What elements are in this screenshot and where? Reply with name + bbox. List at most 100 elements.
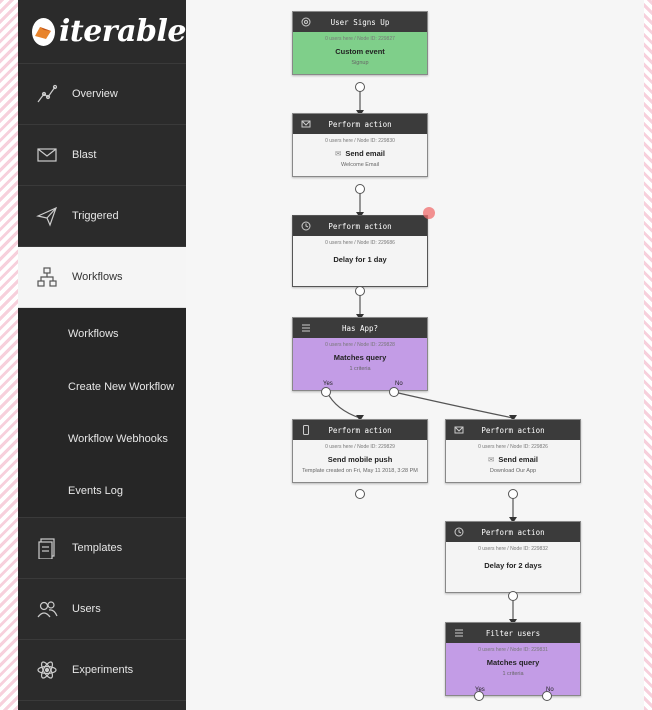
sidebar-item-workflows[interactable]: Workflows xyxy=(18,247,186,308)
envelope-icon xyxy=(454,425,464,435)
node-main: Delay for 1 day xyxy=(333,255,387,264)
sidebar-item-label: Users xyxy=(72,603,101,615)
edge-has-app-no-to-send-download xyxy=(393,391,514,419)
page-background-stripes xyxy=(0,0,20,710)
node-body: 0 users here / Node ID: 229827 Custom ev… xyxy=(293,32,427,74)
sidebar: iterable Overview Blast Triggered Workfl… xyxy=(18,0,187,710)
document-icon xyxy=(36,537,58,559)
node-output-port[interactable] xyxy=(355,286,365,296)
node-title: Perform action xyxy=(328,119,392,129)
node-title: Perform action xyxy=(481,527,545,537)
workflow-node-delay-1-day[interactable]: Perform action 0 users here / Node ID: 2… xyxy=(292,215,428,287)
clock-icon xyxy=(301,221,311,231)
branch-yes-port[interactable] xyxy=(321,387,331,397)
sidebar-item-overview[interactable]: Overview xyxy=(18,64,186,125)
email-icon: ✉ xyxy=(488,455,495,464)
email-icon: ✉ xyxy=(335,149,342,158)
node-body: 0 users here / Node ID: 229828 Matches q… xyxy=(293,338,427,390)
filter-list-icon xyxy=(301,323,311,333)
paper-plane-icon xyxy=(36,205,58,227)
envelope-icon xyxy=(36,144,58,166)
node-body: 0 users here / Node ID: 229829 Send mobi… xyxy=(293,440,427,482)
clock-icon xyxy=(454,527,464,537)
node-title: Perform action xyxy=(328,425,392,435)
node-title: Perform action xyxy=(328,221,392,231)
sidebar-item-templates[interactable]: Templates xyxy=(18,518,186,579)
sidebar-subitem-workflows[interactable]: Workflows xyxy=(18,308,186,361)
sidebar-item-triggered[interactable]: Triggered xyxy=(18,186,186,247)
node-meta: 0 users here / Node ID: 229827 xyxy=(325,36,395,42)
sidebar-item-users[interactable]: Users xyxy=(18,579,186,640)
branch-no-label: No xyxy=(395,380,403,387)
node-title: Perform action xyxy=(481,425,545,435)
node-header: Perform action xyxy=(293,114,427,134)
branch-no-port[interactable] xyxy=(542,691,552,701)
node-sub: Welcome Email xyxy=(340,162,380,168)
node-header: Has App? xyxy=(293,318,427,338)
users-icon xyxy=(36,598,58,620)
mouse-cursor-indicator xyxy=(423,207,435,219)
branch-no-port[interactable] xyxy=(389,387,399,397)
node-output-port[interactable] xyxy=(508,489,518,499)
node-sub: Download Our App xyxy=(489,468,537,474)
workflow-node-send-welcome-email[interactable]: Perform action 0 users here / Node ID: 2… xyxy=(292,113,428,177)
mobile-phone-icon xyxy=(301,425,311,435)
node-meta: 0 users here / Node ID: 229686 xyxy=(325,240,395,246)
sidebar-subitem-label: Events Log xyxy=(68,485,124,498)
node-sub: Signup xyxy=(351,60,369,66)
sidebar-subitem-label: Workflows xyxy=(68,328,119,341)
node-main: ✉ Send email xyxy=(299,149,421,158)
node-main: Custom event xyxy=(335,47,385,56)
node-output-port[interactable] xyxy=(355,82,365,92)
sidebar-item-experiments[interactable]: Experiments xyxy=(18,640,186,701)
brand-logo[interactable]: iterable xyxy=(18,0,187,64)
node-meta: 0 users here / Node ID: 229832 xyxy=(478,546,548,552)
node-header: User Signs Up xyxy=(293,12,427,32)
workflow-node-send-mobile-push[interactable]: Perform action 0 users here / Node ID: 2… xyxy=(292,419,428,483)
node-meta: 0 users here / Node ID: 229830 xyxy=(325,138,395,144)
node-header: Perform action xyxy=(293,420,427,440)
sidebar-item-label: Blast xyxy=(72,149,97,161)
atom-icon xyxy=(36,659,58,681)
node-main-label: Send email xyxy=(345,149,385,158)
sidebar-item-label: Experiments xyxy=(72,664,134,676)
sidebar-item-label: Workflows xyxy=(72,271,123,283)
node-body: 0 users here / Node ID: 229832 Delay for… xyxy=(446,542,580,592)
node-main: Matches query xyxy=(333,353,387,362)
node-output-port[interactable] xyxy=(355,489,365,499)
node-meta: 0 users here / Node ID: 229831 xyxy=(478,647,548,653)
node-main: ✉ Send email xyxy=(452,455,574,464)
hierarchy-icon xyxy=(36,266,58,288)
envelope-icon xyxy=(301,119,311,129)
workflow-node-delay-2-days[interactable]: Perform action 0 users here / Node ID: 2… xyxy=(445,521,581,593)
sidebar-subitem-events-log[interactable]: Events Log xyxy=(18,465,186,518)
sidebar-item-blast[interactable]: Blast xyxy=(18,125,186,186)
workflow-node-send-download-email[interactable]: Perform action 0 users here / Node ID: 2… xyxy=(445,419,581,483)
node-title: Filter users xyxy=(485,628,541,638)
node-sub: 1 criteria xyxy=(349,366,371,372)
branch-yes-port[interactable] xyxy=(474,691,484,701)
sidebar-subitem-create-new-workflow[interactable]: Create New Workflow xyxy=(18,360,186,413)
workflow-node-filter-users[interactable]: Filter users 0 users here / Node ID: 229… xyxy=(445,622,581,696)
sidebar-subitem-workflow-webhooks[interactable]: Workflow Webhooks xyxy=(18,413,186,466)
node-header: Perform action xyxy=(446,522,580,542)
node-body: 0 users here / Node ID: 229831 Matches q… xyxy=(446,643,580,695)
node-header: Perform action xyxy=(293,216,427,236)
node-output-port[interactable] xyxy=(508,591,518,601)
brand-name: iterable xyxy=(58,14,187,49)
edge-has-app-yes-to-push xyxy=(326,391,361,419)
workflow-canvas[interactable]: User Signs Up 0 users here / Node ID: 22… xyxy=(186,0,644,710)
node-output-port[interactable] xyxy=(355,184,365,194)
node-body: 0 users here / Node ID: 229826 ✉ Send ema… xyxy=(446,440,580,482)
node-main: Delay for 2 days xyxy=(484,561,542,570)
workflow-node-signup[interactable]: User Signs Up 0 users here / Node ID: 22… xyxy=(292,11,428,75)
node-header: Filter users xyxy=(446,623,580,643)
sidebar-item-label: Templates xyxy=(72,542,123,554)
node-header: Perform action xyxy=(446,420,580,440)
sidebar-item-label: Triggered xyxy=(72,210,119,222)
node-title: User Signs Up xyxy=(330,17,390,27)
event-icon xyxy=(301,17,311,27)
iterable-logo-icon xyxy=(32,17,55,46)
sidebar-item-label: Overview xyxy=(72,88,118,100)
workflow-node-has-app[interactable]: Has App? 0 users here / Node ID: 229828 … xyxy=(292,317,428,391)
